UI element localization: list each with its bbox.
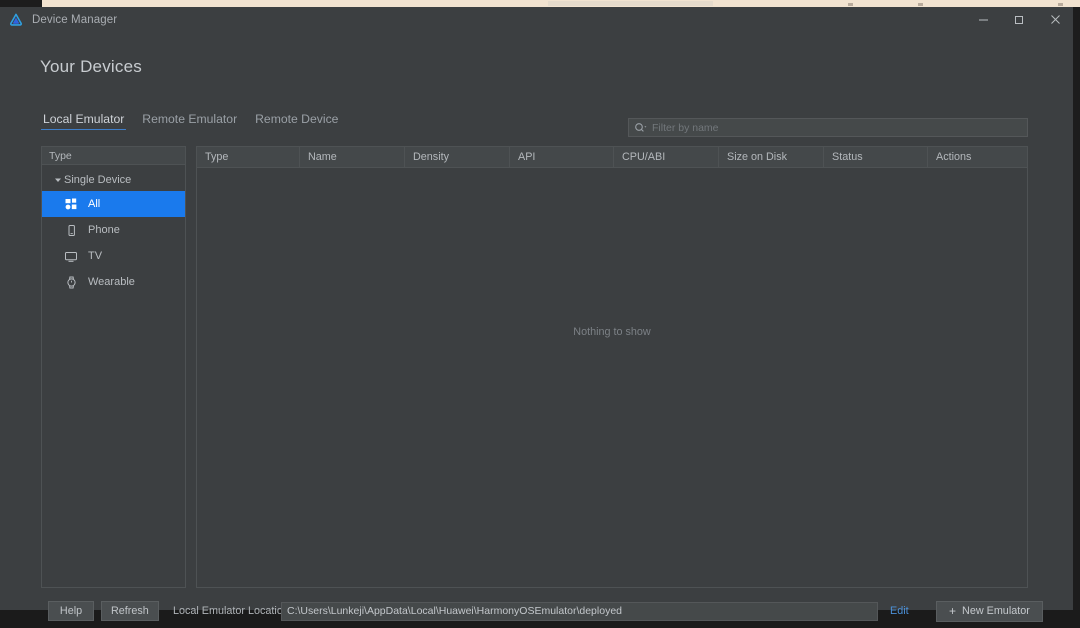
search-icon bbox=[634, 122, 647, 134]
emulator-location-field[interactable]: C:\Users\Lunkeji\AppData\Local\Huawei\Ha… bbox=[281, 602, 878, 621]
column-header-status[interactable]: Status bbox=[824, 147, 928, 167]
harmonyos-logo-icon bbox=[8, 12, 24, 28]
empty-state-message: Nothing to show bbox=[197, 326, 1027, 338]
tree-header-type: Type bbox=[42, 147, 185, 165]
phone-icon bbox=[62, 224, 80, 237]
background-window-mark bbox=[918, 3, 923, 6]
filter-field[interactable] bbox=[628, 118, 1028, 137]
close-icon[interactable] bbox=[1037, 7, 1073, 32]
column-header-size-on-disk[interactable]: Size on Disk bbox=[719, 147, 824, 167]
tree-item-label: All bbox=[88, 198, 100, 210]
table-body: Nothing to show bbox=[197, 168, 1027, 587]
tree-item-label: Wearable bbox=[88, 276, 135, 288]
page-title: Your Devices bbox=[40, 57, 142, 77]
devices-table-panel: Type Name Density API CPU/ABI Size on Di… bbox=[196, 146, 1028, 588]
tab-local-emulator[interactable]: Local Emulator bbox=[41, 112, 126, 130]
device-type-tree-panel: Type Single Device bbox=[41, 146, 186, 588]
title-bar: Device Manager bbox=[0, 7, 1073, 32]
help-button[interactable]: Help bbox=[48, 601, 94, 621]
restore-icon[interactable] bbox=[1001, 7, 1037, 32]
tab-remote-emulator[interactable]: Remote Emulator bbox=[140, 112, 239, 130]
table-header-row: Type Name Density API CPU/ABI Size on Di… bbox=[197, 147, 1027, 168]
edit-link[interactable]: Edit bbox=[890, 605, 909, 617]
new-emulator-button[interactable]: + New Emulator bbox=[936, 601, 1043, 622]
refresh-button[interactable]: Refresh bbox=[101, 601, 159, 621]
new-emulator-label: New Emulator bbox=[962, 605, 1030, 617]
tab-remote-device[interactable]: Remote Device bbox=[253, 112, 340, 130]
caret-down-icon[interactable] bbox=[52, 176, 64, 184]
tab-bar: Local Emulator Remote Emulator Remote De… bbox=[41, 112, 340, 130]
background-window-mark bbox=[848, 3, 853, 6]
tree-list: Single Device All bbox=[42, 165, 185, 587]
desktop-background: Device Manager bbox=[0, 0, 1080, 610]
tree-item-label: TV bbox=[88, 250, 102, 262]
tv-icon bbox=[62, 250, 80, 263]
minimize-icon[interactable] bbox=[965, 7, 1001, 32]
column-header-density[interactable]: Density bbox=[405, 147, 510, 167]
column-header-name[interactable]: Name bbox=[300, 147, 405, 167]
tree-item-label: Phone bbox=[88, 224, 120, 236]
device-manager-window: Device Manager bbox=[0, 7, 1073, 610]
watch-icon bbox=[62, 276, 80, 289]
background-window-mark bbox=[1058, 3, 1063, 6]
grid-apps-icon bbox=[62, 198, 80, 211]
tree-item-tv[interactable]: TV bbox=[42, 243, 185, 269]
window-controls bbox=[965, 7, 1073, 32]
tree-item-wearable[interactable]: Wearable bbox=[42, 269, 185, 295]
page-body: Your Devices Local Emulator Remote Emula… bbox=[0, 32, 1073, 610]
filter-input[interactable] bbox=[652, 122, 1027, 134]
tree-item-all[interactable]: All bbox=[42, 191, 185, 217]
column-header-type[interactable]: Type bbox=[197, 147, 300, 167]
tree-item-phone[interactable]: Phone bbox=[42, 217, 185, 243]
bottom-toolbar: Help Refresh Local Emulator Location: C:… bbox=[0, 594, 1073, 628]
column-header-actions[interactable]: Actions bbox=[928, 147, 1027, 167]
plus-icon: + bbox=[949, 605, 956, 617]
emulator-location-label: Local Emulator Location: bbox=[173, 605, 292, 617]
column-header-api[interactable]: API bbox=[510, 147, 614, 167]
background-window-strip bbox=[42, 0, 1080, 7]
tree-group-label: Single Device bbox=[64, 174, 131, 186]
background-window-field bbox=[548, 1, 713, 6]
window-title: Device Manager bbox=[32, 14, 117, 26]
column-header-cpu-abi[interactable]: CPU/ABI bbox=[614, 147, 719, 167]
tree-group-single-device[interactable]: Single Device bbox=[42, 169, 185, 191]
